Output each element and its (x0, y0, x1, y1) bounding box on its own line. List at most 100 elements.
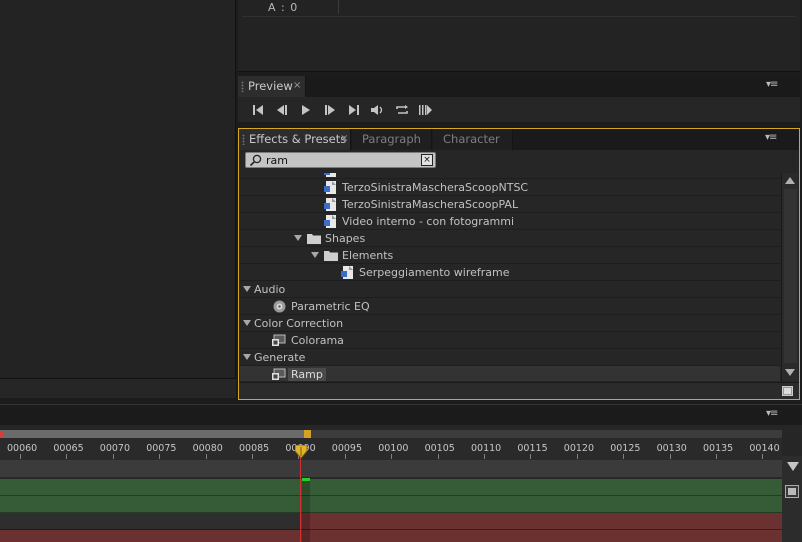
ruler-tick (437, 454, 439, 459)
tree-row[interactable]: Video interno - con fotogrammi (240, 213, 780, 230)
expand-triangle-icon[interactable] (243, 354, 251, 360)
tab-preview-label: Preview (248, 79, 293, 93)
tree-row[interactable]: Elements (240, 247, 780, 264)
expand-triangle-icon[interactable] (243, 320, 251, 326)
cache-indicator (302, 478, 310, 481)
comp-button-icon[interactable] (785, 485, 799, 498)
layer-bar[interactable] (0, 496, 782, 513)
work-area-start-handle[interactable] (0, 431, 3, 437)
effects-search-field[interactable]: ram × (245, 152, 436, 168)
mute-audio-icon[interactable] (366, 101, 390, 119)
close-icon[interactable]: × (293, 76, 301, 96)
work-area-range[interactable] (0, 430, 305, 438)
previous-frame-icon[interactable] (270, 101, 294, 119)
ruler-tick (20, 454, 21, 459)
ruler-tick (391, 454, 393, 459)
ruler-label: 00065 (53, 443, 84, 454)
loop-icon[interactable] (390, 101, 414, 119)
tree-row[interactable]: Audio (240, 281, 780, 298)
ruler-label: 00095 (331, 443, 363, 454)
close-icon[interactable]: × (340, 129, 348, 149)
effects-tab-bar: Effects & Presets × Paragraph Character … (239, 129, 799, 150)
timeline-tab-bar: ▾≡ (0, 404, 802, 425)
timeline-track[interactable] (0, 460, 782, 478)
scroll-down-icon[interactable] (785, 369, 795, 376)
effects-tree: TerzoSinistraMascheraScoopNTSC TerzoSini… (240, 173, 780, 381)
tab-effects-presets[interactable]: Effects & Presets × (239, 129, 351, 150)
tree-row[interactable]: TerzoSinistraMascheraScoopNTSC (240, 179, 780, 196)
ruler-label: 00140 (749, 443, 780, 454)
ruler-tick (623, 454, 625, 459)
tree-row-label: Colorama (291, 334, 344, 347)
work-area-end-handle[interactable] (304, 430, 311, 438)
preset-icon (341, 266, 353, 279)
tree-row-label: Video interno - con fotogrammi (342, 215, 515, 228)
ruler-tick (205, 454, 207, 459)
expand-triangle-icon[interactable] (294, 235, 302, 241)
ruler-label: 00070 (99, 443, 131, 454)
ruler-label: 00105 (424, 443, 455, 454)
effects-scrollbar[interactable] (781, 173, 798, 381)
play-icon[interactable] (294, 101, 318, 119)
tree-row[interactable]: Generate (240, 349, 780, 366)
layer-bar[interactable] (0, 479, 782, 496)
next-frame-icon[interactable] (318, 101, 342, 119)
panel-menu-icon[interactable]: ▾≡ (766, 79, 778, 90)
preset-icon (324, 181, 336, 194)
info-divider (338, 0, 339, 14)
search-icon (249, 154, 262, 167)
scroll-up-icon[interactable] (785, 177, 795, 184)
tab-preview[interactable]: Preview × (238, 76, 306, 97)
ruler-tick (530, 454, 532, 459)
ruler-label: 00080 (192, 443, 223, 454)
ruler-label: 00110 (471, 443, 502, 454)
tab-character-label: Character (443, 132, 500, 146)
clear-search-icon[interactable]: × (421, 154, 433, 166)
layer-bar[interactable] (0, 530, 782, 542)
tree-row-label: Serpeggiamento wireframe (359, 266, 510, 279)
preview-controls (246, 101, 438, 119)
tree-row[interactable]: Color Correction (240, 315, 780, 332)
composition-panel[interactable] (0, 0, 236, 398)
last-frame-icon[interactable] (342, 101, 366, 119)
new-item-icon[interactable] (782, 386, 793, 396)
timeline-scrollbar[interactable] (782, 456, 802, 542)
ram-preview-icon[interactable] (414, 101, 438, 119)
layer-bar[interactable] (301, 513, 782, 530)
tab-character[interactable]: Character (433, 129, 513, 150)
tab-paragraph[interactable]: Paragraph (352, 129, 432, 150)
scroll-down-icon[interactable] (787, 462, 799, 471)
ruler-label: 00100 (378, 443, 409, 454)
tree-row-selected[interactable]: Ramp (240, 366, 780, 381)
expand-triangle-icon[interactable] (243, 286, 251, 292)
playhead-line[interactable] (300, 456, 301, 542)
ruler-label: 00075 (146, 443, 177, 454)
tree-row[interactable]: Shapes (240, 230, 780, 247)
tree-row[interactable]: Parametric EQ (240, 298, 780, 315)
tree-row[interactable]: Colorama (240, 332, 780, 349)
tree-row-label: Ramp (288, 368, 326, 381)
preview-tab-bar: Preview × ▾≡ (238, 76, 800, 97)
folder-icon (307, 234, 321, 244)
search-input[interactable]: ram (266, 154, 288, 167)
panel-grip-icon[interactable] (241, 81, 244, 92)
ruler-tick (576, 454, 578, 459)
preset-icon (324, 215, 336, 228)
panel-grip-icon[interactable] (242, 134, 245, 145)
current-frame-highlight (302, 478, 310, 542)
panel-menu-icon[interactable]: ▾≡ (766, 408, 778, 419)
scroll-track[interactable] (784, 189, 797, 363)
ruler-label: 00135 (703, 443, 734, 454)
preset-icon (324, 173, 336, 177)
expand-triangle-icon[interactable] (311, 252, 319, 258)
tree-row[interactable]: Serpeggiamento wireframe (240, 264, 780, 281)
playhead-icon[interactable] (295, 445, 307, 459)
panel-menu-icon[interactable]: ▾≡ (765, 132, 777, 143)
tree-row-label: Parametric EQ (291, 300, 370, 313)
ruler-label: 00125 (610, 443, 641, 454)
tree-row-label: Color Correction (254, 317, 344, 330)
ruler-tick (344, 454, 346, 459)
first-frame-icon[interactable] (246, 101, 270, 119)
time-ruler[interactable]: 0006000065000700007500080000850009000095… (0, 438, 782, 460)
tree-row[interactable]: TerzoSinistraMascheraScoopPAL (240, 196, 780, 213)
